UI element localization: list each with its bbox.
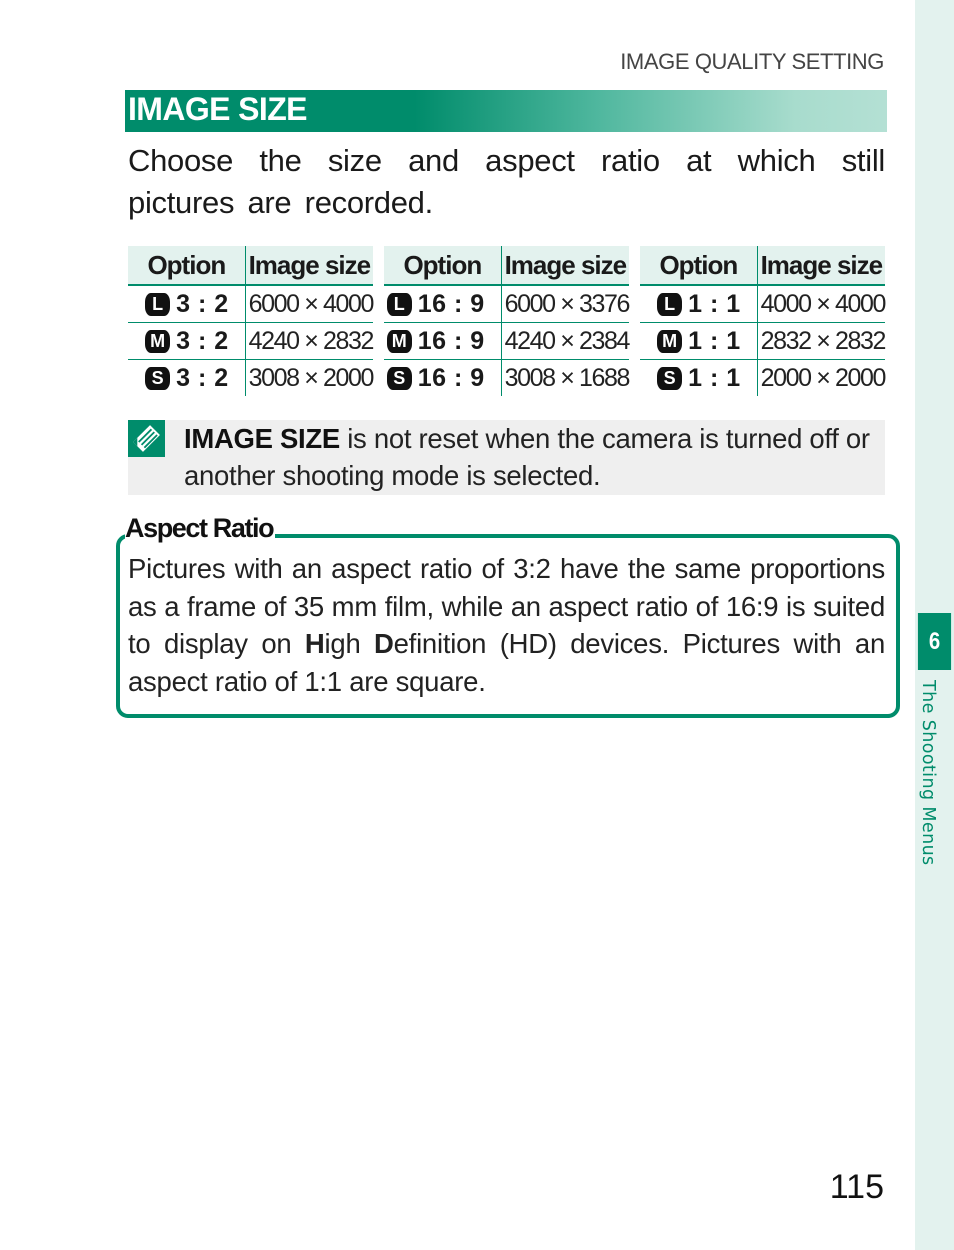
table-1-1: Option Image size L1 : 1 4000 × 4000 M1 … [640, 246, 886, 397]
image-size-tables: Option Image size L3 : 2 6000 × 4000 M3 … [128, 246, 886, 399]
table-16-9: Option Image size L 16 : 9 6000 × 3376 M1… [384, 246, 630, 397]
image-size-cell: 4240 × 2384 [500, 322, 630, 360]
chapter-number[interactable]: 6 [917, 613, 952, 670]
column-header-image-size: Image size [500, 246, 629, 286]
aspect-ratio: 3 : 2 [176, 363, 229, 392]
aspect-ratio: 3 : 2 [176, 326, 229, 355]
aspect-text-part: igh [324, 628, 375, 659]
intro-paragraph: Choose the size and aspect ratio at whic… [128, 143, 885, 220]
column-header-image-size: Image size [244, 246, 373, 286]
image-size-cell: 3008 × 2000 [244, 359, 374, 396]
option-cell: S 16 : 9 [384, 360, 501, 397]
size-small-icon: S [145, 366, 171, 390]
option-cell: S1 : 1 [640, 360, 757, 397]
note-text: IMAGE SIZE is not reset when the camera … [184, 420, 884, 494]
note-bold-term: IMAGE SIZE [184, 423, 340, 454]
table-row: M 16 : 9 4240 × 2384 [384, 322, 630, 360]
image-size-cell: 4240 × 2832 [244, 322, 374, 360]
column-header-option: Option [384, 246, 502, 286]
size-medium-icon: M [657, 329, 683, 353]
table-row: L1 : 1 4000 × 4000 [640, 285, 886, 323]
aspect-text-bold: H [304, 628, 325, 659]
aspect-ratio: 1 : 1 [688, 289, 741, 318]
size-small-icon: S [386, 366, 412, 390]
size-medium-icon: M [386, 329, 412, 353]
option-cell: L1 : 1 [640, 285, 758, 323]
aspect-ratio-heading: Aspect Ratio [125, 513, 276, 544]
column-header-option: Option [128, 246, 246, 286]
column-header-image-size: Image size [756, 246, 885, 286]
option-cell: S3 : 2 [128, 360, 245, 397]
chapter-title[interactable]: The Shooting Menus [918, 680, 938, 866]
column-header-option: Option [640, 246, 758, 286]
table-row: L 16 : 9 6000 × 3376 [384, 285, 630, 323]
aspect-ratio: 1 : 1 [688, 363, 741, 392]
option-cell: M 16 : 9 [384, 322, 502, 360]
aspect-ratio: 1 : 1 [688, 326, 741, 355]
aspect-ratio-text: Pictures with an aspect ratio of 3:2 hav… [128, 550, 885, 700]
note-icon [128, 420, 165, 457]
table-row: M1 : 1 2832 × 2832 [640, 322, 886, 360]
running-head: IMAGE QUALITY SETTING [620, 49, 884, 74]
size-large-icon: L [386, 292, 412, 316]
section-title: IMAGE SIZE [128, 91, 308, 127]
size-medium-icon: M [145, 329, 171, 353]
option-cell: L3 : 2 [128, 285, 246, 323]
table-row: S 16 : 9 3008 × 1688 [384, 359, 630, 397]
table-3-2: Option Image size L3 : 2 6000 × 4000 M3 … [128, 246, 374, 397]
image-size-cell: 2000 × 2000 [756, 359, 886, 396]
aspect-ratio: 3 : 2 [176, 289, 229, 318]
page-number: 115 [829, 1168, 884, 1206]
aspect-ratio: 16 : 9 [417, 289, 485, 318]
size-large-icon: L [657, 292, 683, 316]
option-cell: M3 : 2 [128, 322, 246, 360]
table-row: S1 : 1 2000 × 2000 [640, 359, 886, 397]
aspect-ratio: 16 : 9 [417, 363, 485, 392]
table-row: S3 : 2 3008 × 2000 [128, 359, 374, 397]
image-size-cell: 3008 × 1688 [500, 359, 630, 396]
aspect-ratio: 16 : 9 [417, 326, 485, 355]
section-banner: IMAGE SIZE [125, 90, 887, 132]
image-size-cell: 4000 × 4000 [756, 285, 886, 323]
note-box: IMAGE SIZE is not reset when the camera … [128, 420, 885, 495]
option-cell: M1 : 1 [640, 322, 758, 360]
image-size-cell: 6000 × 4000 [244, 285, 374, 323]
size-large-icon: L [145, 292, 171, 316]
table-row: M3 : 2 4240 × 2832 [128, 322, 374, 360]
image-size-cell: 6000 × 3376 [500, 285, 630, 323]
size-small-icon: S [657, 366, 683, 390]
table-row: L3 : 2 6000 × 4000 [128, 285, 374, 323]
aspect-text-bold: D [374, 628, 394, 659]
image-size-cell: 2832 × 2832 [756, 322, 886, 360]
option-cell: L 16 : 9 [384, 285, 502, 323]
